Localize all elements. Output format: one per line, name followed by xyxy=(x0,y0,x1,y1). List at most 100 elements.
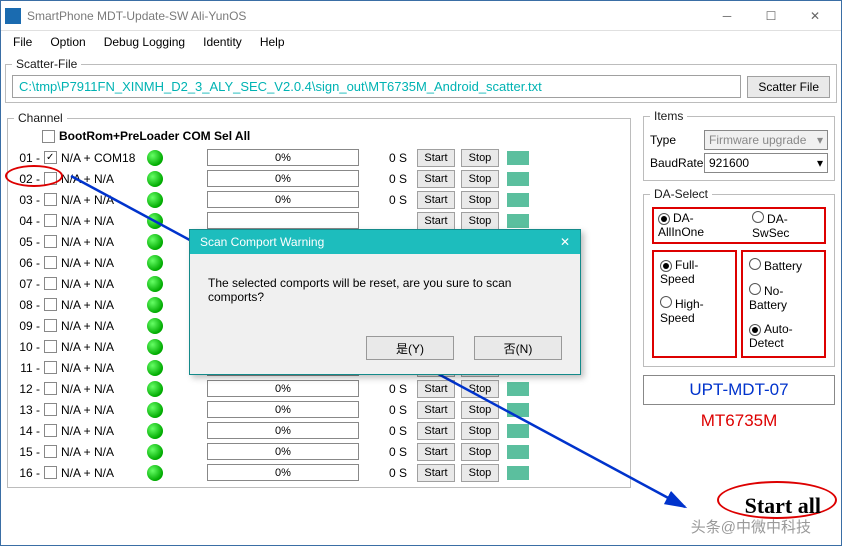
channel-row: 03 - N/A + N/A 0% 0 S Start Stop xyxy=(14,189,624,210)
start-button[interactable]: Start xyxy=(417,401,455,419)
start-button[interactable]: Start xyxy=(417,422,455,440)
dialog-yes-button[interactable]: 是(Y) xyxy=(366,336,454,360)
minimize-button[interactable]: ─ xyxy=(705,2,749,30)
da-swsec-radio[interactable]: DA-SwSec xyxy=(752,211,820,240)
selall-checkbox[interactable] xyxy=(42,130,55,143)
channel-checkbox[interactable] xyxy=(44,424,57,437)
stop-button[interactable]: Stop xyxy=(461,149,499,167)
menu-file[interactable]: File xyxy=(5,33,40,51)
stop-button[interactable]: Stop xyxy=(461,212,499,230)
start-button[interactable]: Start xyxy=(417,380,455,398)
menu-identity[interactable]: Identity xyxy=(195,33,250,51)
status-dot xyxy=(147,171,163,187)
upt-label: UPT-MDT-07 xyxy=(643,375,835,405)
stop-button[interactable]: Stop xyxy=(461,401,499,419)
titlebar: SmartPhone MDT-Update-SW Ali-YunOS ─ ☐ ✕ xyxy=(1,1,841,31)
no-battery-radio[interactable]: No-Battery xyxy=(749,283,818,312)
status-dot xyxy=(147,339,163,355)
dialog-message: The selected comports will be reset, are… xyxy=(190,254,580,326)
channel-checkbox[interactable] xyxy=(44,193,57,206)
battery-radio[interactable]: Battery xyxy=(749,258,818,273)
channel-checkbox[interactable] xyxy=(44,340,57,353)
stop-button[interactable]: Stop xyxy=(461,380,499,398)
progress-bar: 0% xyxy=(207,149,359,166)
start-button[interactable]: Start xyxy=(417,191,455,209)
chip-label: MT6735M xyxy=(643,411,835,431)
channel-label: N/A + COM18 xyxy=(61,151,139,165)
status-dot xyxy=(147,255,163,271)
channel-label: N/A + N/A xyxy=(61,193,139,207)
status-bar xyxy=(507,172,529,186)
dialog-close-icon[interactable]: ✕ xyxy=(560,235,570,249)
channel-checkbox[interactable] xyxy=(44,466,57,479)
channel-checkbox[interactable] xyxy=(44,403,57,416)
start-button[interactable]: Start xyxy=(417,464,455,482)
channel-label: N/A + N/A xyxy=(61,445,139,459)
start-button[interactable]: Start xyxy=(417,170,455,188)
menu-help[interactable]: Help xyxy=(252,33,293,51)
start-button[interactable]: Start xyxy=(417,212,455,230)
start-button[interactable]: Start xyxy=(417,149,455,167)
status-dot xyxy=(147,381,163,397)
type-select[interactable]: Firmware upgrade▾ xyxy=(704,130,828,150)
baudrate-select[interactable]: 921600▾ xyxy=(704,153,828,173)
scatter-file-button[interactable]: Scatter File xyxy=(747,76,830,98)
status-bar xyxy=(507,445,529,459)
progress-bar xyxy=(207,212,359,229)
time-label: 0 S xyxy=(377,403,407,417)
scatter-legend: Scatter-File xyxy=(12,57,81,71)
channel-checkbox[interactable] xyxy=(44,214,57,227)
channel-row: 04 - N/A + N/A Start Stop xyxy=(14,210,624,231)
scan-warning-dialog: Scan Comport Warning ✕ The selected comp… xyxy=(189,229,581,375)
start-button[interactable]: Start xyxy=(417,443,455,461)
channel-checkbox[interactable] xyxy=(44,256,57,269)
channel-checkbox[interactable] xyxy=(44,319,57,332)
channel-label: N/A + N/A xyxy=(61,298,139,312)
stop-button[interactable]: Stop xyxy=(461,170,499,188)
channel-checkbox[interactable] xyxy=(44,235,57,248)
time-label: 0 S xyxy=(377,193,407,207)
scatter-path[interactable]: C:\tmp\P7911FN_XINMH_D2_3_ALY_SEC_V2.0.4… xyxy=(12,75,741,98)
channel-checkbox[interactable] xyxy=(44,277,57,290)
channel-label: N/A + N/A xyxy=(61,256,139,270)
channel-checkbox[interactable] xyxy=(44,361,57,374)
channel-row: 14 - N/A + N/A 0% 0 S Start Stop xyxy=(14,420,624,441)
da-select-group: DA-Select DA-AllInOne DA-SwSec Full-Spee… xyxy=(643,187,835,367)
dialog-no-button[interactable]: 否(N) xyxy=(474,336,562,360)
status-bar xyxy=(507,382,529,396)
da-allinone-radio[interactable]: DA-AllInOne xyxy=(658,211,734,240)
menu-debug[interactable]: Debug Logging xyxy=(96,33,193,51)
status-bar xyxy=(507,193,529,207)
channel-label: N/A + N/A xyxy=(61,403,139,417)
auto-detect-radio[interactable]: Auto-Detect xyxy=(749,322,818,350)
close-button[interactable]: ✕ xyxy=(793,2,837,30)
maximize-button[interactable]: ☐ xyxy=(749,2,793,30)
status-bar xyxy=(507,466,529,480)
status-bar xyxy=(507,151,529,165)
full-speed-radio[interactable]: Full-Speed xyxy=(660,258,729,286)
channel-label: N/A + N/A xyxy=(61,424,139,438)
status-dot xyxy=(147,360,163,376)
menu-option[interactable]: Option xyxy=(42,33,93,51)
start-all-label: Start all xyxy=(745,493,821,519)
stop-button[interactable]: Stop xyxy=(461,443,499,461)
channel-checkbox[interactable] xyxy=(44,382,57,395)
channel-checkbox[interactable] xyxy=(44,298,57,311)
stop-button[interactable]: Stop xyxy=(461,191,499,209)
selall-label: BootRom+PreLoader COM Sel All xyxy=(59,129,250,143)
progress-bar: 0% xyxy=(207,191,359,208)
channel-checkbox[interactable] xyxy=(44,151,57,164)
app-icon xyxy=(5,8,21,24)
status-bar xyxy=(507,424,529,438)
channel-checkbox[interactable] xyxy=(44,172,57,185)
status-dot xyxy=(147,213,163,229)
stop-button[interactable]: Stop xyxy=(461,464,499,482)
channel-checkbox[interactable] xyxy=(44,445,57,458)
channel-row: 12 - N/A + N/A 0% 0 S Start Stop xyxy=(14,378,624,399)
stop-button[interactable]: Stop xyxy=(461,422,499,440)
high-speed-radio[interactable]: High-Speed xyxy=(660,296,729,325)
items-group: Items Type Firmware upgrade▾ BaudRate 92… xyxy=(643,109,835,181)
time-label: 0 S xyxy=(377,466,407,480)
channel-label: N/A + N/A xyxy=(61,214,139,228)
progress-bar: 0% xyxy=(207,443,359,460)
